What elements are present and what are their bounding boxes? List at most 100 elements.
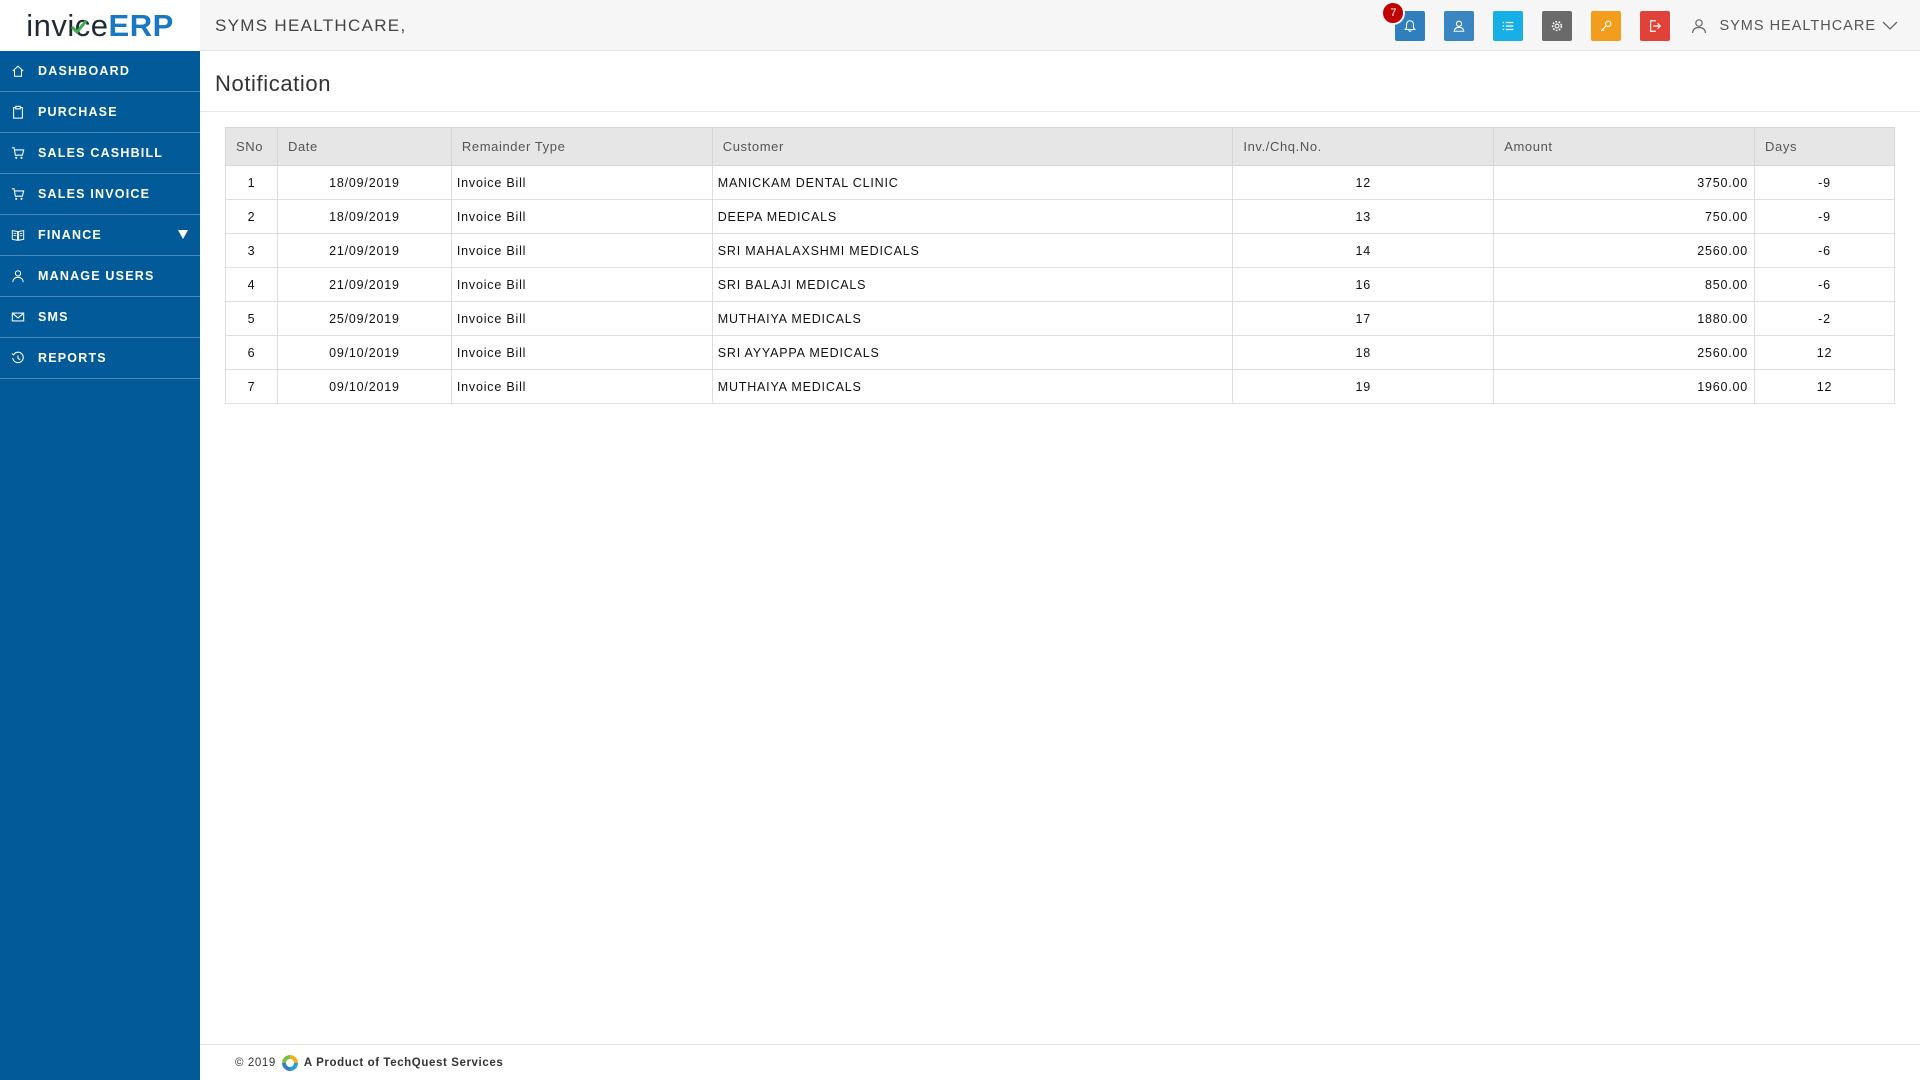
cell-sno: 1 xyxy=(225,165,278,200)
page-title: Notification xyxy=(215,71,332,96)
cell-sno: 6 xyxy=(225,335,278,370)
sidebar-item-purchase[interactable]: PURCHASE xyxy=(0,92,200,133)
column-header-customer[interactable]: Customer xyxy=(711,127,1234,166)
bell-icon xyxy=(1404,19,1417,32)
cell-sno: 4 xyxy=(225,267,278,302)
footer-copyright: © 2019 xyxy=(235,1056,276,1069)
cell-customer: SRI MAHALAXSHMI MEDICALS xyxy=(711,233,1234,268)
brand-text-part1: inv xyxy=(26,7,68,43)
cell-date: 25/09/2019 xyxy=(276,301,452,336)
cell-amount: 750.00 xyxy=(1493,199,1756,234)
header-toolbar: 7 SYMS HEALTHCARE xyxy=(1381,0,1920,51)
techquest-logo-icon xyxy=(281,1054,298,1071)
cell-inv-chq-no: 16 xyxy=(1232,267,1495,302)
ledger-icon xyxy=(9,226,27,244)
column-header-amount[interactable]: Amount xyxy=(1493,127,1756,166)
cell-days: 12 xyxy=(1754,335,1895,370)
logout-button[interactable] xyxy=(1640,10,1671,41)
settings-button[interactable] xyxy=(1542,10,1573,41)
column-header-inv-chq-no[interactable]: Inv./Chq.No. xyxy=(1232,127,1495,166)
main-content: Notification SNo Date Remainder Type Cus… xyxy=(200,51,1920,1044)
sidebar-item-label: MANAGE USERS xyxy=(38,269,155,283)
cell-days: -9 xyxy=(1754,199,1895,234)
cell-remainder-type: Invoice Bill xyxy=(450,301,713,336)
cart-icon xyxy=(9,185,27,203)
sidebar-item-label: SMS xyxy=(38,310,69,324)
sidebar-item-sms[interactable]: SMS xyxy=(0,297,200,338)
check-mark-icon xyxy=(71,19,88,34)
cell-inv-chq-no: 19 xyxy=(1232,369,1495,404)
cell-amount: 1880.00 xyxy=(1493,301,1756,336)
sidebar-item-label: SALES INVOICE xyxy=(38,187,151,201)
cell-days: -9 xyxy=(1754,165,1895,200)
envelope-icon xyxy=(9,308,27,326)
cell-amount: 2560.00 xyxy=(1493,233,1756,268)
cell-inv-chq-no: 14 xyxy=(1232,233,1495,268)
brand-logo[interactable]: inv ice ERP xyxy=(0,0,200,51)
key-icon xyxy=(1601,20,1612,31)
cell-amount: 3750.00 xyxy=(1493,165,1756,200)
table-row[interactable]: 7 09/10/2019 Invoice Bill MUTHAIYA MEDIC… xyxy=(225,369,1895,404)
top-header: inv ice ERP SYMS HEALTHCARE, 7 SYMS HEAL… xyxy=(0,0,1920,51)
sidebar-item-manage-users[interactable]: MANAGE USERS xyxy=(0,256,200,297)
cell-amount: 850.00 xyxy=(1493,267,1756,302)
notification-table-container: SNo Date Remainder Type Customer Inv./Ch… xyxy=(225,127,1895,404)
notification-table: SNo Date Remainder Type Customer Inv./Ch… xyxy=(225,127,1895,404)
cell-customer: SRI BALAJI MEDICALS xyxy=(711,267,1234,302)
notification-count-badge: 7 xyxy=(1381,0,1406,25)
cell-customer: SRI AYYAPPA MEDICALS xyxy=(711,335,1234,370)
cell-remainder-type: Invoice Bill xyxy=(450,335,713,370)
user-icon xyxy=(1454,20,1465,32)
cell-sno: 3 xyxy=(225,233,278,268)
table-row[interactable]: 4 21/09/2019 Invoice Bill SRI BALAJI MED… xyxy=(225,267,1895,302)
clipboard-icon xyxy=(9,103,27,121)
sidebar-item-label: DASHBOARD xyxy=(38,64,131,78)
cell-remainder-type: Invoice Bill xyxy=(450,233,713,268)
caret-down-icon xyxy=(178,230,188,239)
cell-days: -2 xyxy=(1754,301,1895,336)
cell-days: -6 xyxy=(1754,233,1895,268)
sidebar-item-reports[interactable]: REPORTS xyxy=(0,338,200,379)
table-row[interactable]: 5 25/09/2019 Invoice Bill MUTHAIYA MEDIC… xyxy=(225,301,1895,336)
column-header-sno[interactable]: SNo xyxy=(225,127,278,166)
cell-date: 09/10/2019 xyxy=(276,369,452,404)
user-menu[interactable]: SYMS HEALTHCARE xyxy=(1691,18,1898,34)
table-row[interactable]: 6 09/10/2019 Invoice Bill SRI AYYAPPA ME… xyxy=(225,335,1895,370)
column-header-date[interactable]: Date xyxy=(276,127,452,166)
footer-product: A Product of TechQuest Services xyxy=(303,1056,504,1069)
footer: © 2019 A Product of TechQuest Services xyxy=(200,1044,1920,1080)
sidebar-item-dashboard[interactable]: DASHBOARD xyxy=(0,51,200,92)
key-button[interactable] xyxy=(1591,10,1622,41)
brand-text-part3: ERP xyxy=(108,7,174,43)
cell-remainder-type: Invoice Bill xyxy=(450,165,713,200)
title-divider xyxy=(200,111,1920,112)
notifications-button[interactable]: 7 xyxy=(1381,0,1426,41)
cell-customer: MUTHAIYA MEDICALS xyxy=(711,369,1234,404)
cell-inv-chq-no: 17 xyxy=(1232,301,1495,336)
cell-amount: 2560.00 xyxy=(1493,335,1756,370)
cell-days: -6 xyxy=(1754,267,1895,302)
sidebar-item-finance[interactable]: FINANCE xyxy=(0,215,200,256)
list-icon xyxy=(1503,21,1514,30)
sidebar-item-label: REPORTS xyxy=(38,351,107,365)
table-row[interactable]: 2 18/09/2019 Invoice Bill DEEPA MEDICALS… xyxy=(225,199,1895,234)
history-icon xyxy=(9,349,27,367)
list-button[interactable] xyxy=(1493,10,1524,41)
sidebar-item-sales-invoice[interactable]: SALES INVOICE xyxy=(0,174,200,215)
column-header-remainder-type[interactable]: Remainder Type xyxy=(450,127,713,166)
sidebar-item-sales-cashbill[interactable]: SALES CASHBILL xyxy=(0,133,200,174)
cell-inv-chq-no: 18 xyxy=(1232,335,1495,370)
cell-sno: 7 xyxy=(225,369,278,404)
profile-button[interactable] xyxy=(1444,10,1475,41)
gear-icon xyxy=(1552,20,1563,31)
table-row[interactable]: 3 21/09/2019 Invoice Bill SRI MAHALAXSHM… xyxy=(225,233,1895,268)
cell-date: 21/09/2019 xyxy=(276,267,452,302)
brand-text-part2: ice xyxy=(67,7,109,43)
table-row[interactable]: 1 18/09/2019 Invoice Bill MANICKAM DENTA… xyxy=(225,165,1895,200)
company-name: SYMS HEALTHCARE, xyxy=(215,15,407,35)
user-icon xyxy=(9,267,27,285)
logout-icon xyxy=(1650,19,1662,32)
column-header-days[interactable]: Days xyxy=(1754,127,1895,166)
chevron-down-icon xyxy=(1882,21,1898,30)
cell-sno: 5 xyxy=(225,301,278,336)
